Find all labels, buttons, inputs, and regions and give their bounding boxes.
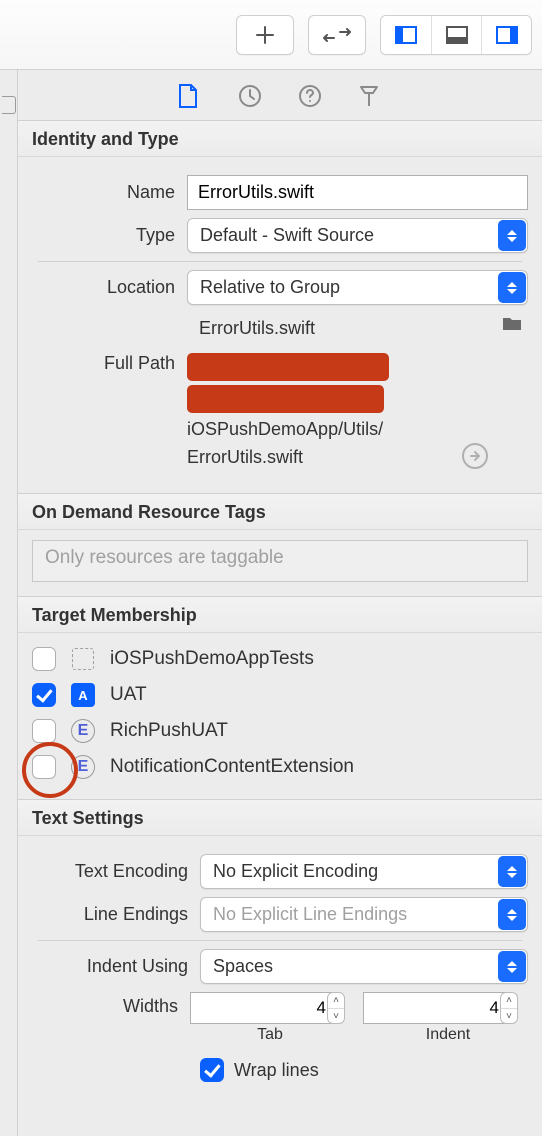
left-panel-toggle[interactable] <box>381 16 431 54</box>
help-inspector-tab[interactable] <box>298 84 322 108</box>
tags-input: Only resources are taggable <box>32 540 528 582</box>
indent-label: Indent Using <box>32 956 200 977</box>
encoding-label: Text Encoding <box>32 861 200 882</box>
target-checkbox[interactable] <box>32 647 56 671</box>
name-label: Name <box>32 182 187 203</box>
target-checkbox[interactable] <box>32 755 56 779</box>
endings-label: Line Endings <box>32 904 200 925</box>
extension-target-icon: E <box>71 755 95 779</box>
target-label: UAT <box>110 684 147 706</box>
add-button[interactable] <box>236 15 294 55</box>
layout-segment <box>380 15 532 55</box>
wrap-lines-label: Wrap lines <box>234 1060 319 1081</box>
target-checkbox[interactable] <box>32 719 56 743</box>
target-label: iOSPushDemoAppTests <box>110 648 314 670</box>
extension-target-icon: E <box>71 719 95 743</box>
type-label: Type <box>32 225 187 246</box>
chevron-updown-icon <box>498 899 526 930</box>
indent-caption: Indent <box>368 1026 528 1044</box>
redacted-text: Redac/redacted-ios-app/ <box>187 385 384 413</box>
encoding-select[interactable]: No Explicit Encoding <box>200 854 528 889</box>
swap-button[interactable] <box>308 15 366 55</box>
inspector-panel: Identity and Type Name Type Default - Sw… <box>18 70 542 1136</box>
membership-header: Target Membership <box>18 596 542 633</box>
app-target-icon: A <box>71 683 95 707</box>
chevron-updown-icon <box>498 272 526 303</box>
wrap-lines-checkbox[interactable] <box>200 1058 224 1082</box>
inspector-tabs <box>18 70 542 120</box>
chevron-updown-icon <box>498 220 526 251</box>
indent-select[interactable]: Spaces <box>200 949 528 984</box>
test-target-icon <box>72 648 94 670</box>
attributes-inspector-tab[interactable] <box>358 84 382 108</box>
widths-label: Widths <box>32 992 190 1017</box>
identity-header: Identity and Type <box>18 120 542 157</box>
target-label: NotificationContentExtension <box>110 756 354 778</box>
indent-stepper[interactable]: ˄˅ <box>500 992 518 1024</box>
bottom-panel-toggle[interactable] <box>431 16 481 54</box>
redacted-text: /Users/redacted/Projects/ <box>187 353 389 381</box>
toolbar <box>0 0 542 70</box>
text-settings-header: Text Settings <box>18 799 542 836</box>
right-panel-toggle[interactable] <box>481 16 531 54</box>
location-info: ErrorUtils.swift <box>32 313 528 343</box>
tab-stepper[interactable]: ˄˅ <box>327 992 345 1024</box>
location-label: Location <box>32 277 187 298</box>
tags-header: On Demand Resource Tags <box>18 493 542 530</box>
fullpath-value: /Users/redacted/Projects/ Redac/redacted… <box>187 351 528 471</box>
chevron-updown-icon <box>498 951 526 982</box>
endings-select[interactable]: No Explicit Line Endings <box>200 897 528 932</box>
left-gutter <box>0 70 18 1136</box>
location-select[interactable]: Relative to Group <box>187 270 528 305</box>
fullpath-label: Full Path <box>32 351 187 374</box>
target-checkbox[interactable] <box>32 683 56 707</box>
indent-width-input[interactable] <box>363 992 508 1024</box>
folder-icon[interactable] <box>502 315 522 331</box>
file-inspector-tab[interactable] <box>178 84 202 108</box>
left-tab[interactable] <box>2 96 16 114</box>
chevron-updown-icon <box>498 856 526 887</box>
tab-caption: Tab <box>190 1026 350 1044</box>
tab-width-input[interactable] <box>190 992 335 1024</box>
name-input[interactable] <box>187 175 528 210</box>
reveal-arrow-icon[interactable] <box>462 443 488 469</box>
type-select[interactable]: Default - Swift Source <box>187 218 528 253</box>
target-label: RichPushUAT <box>110 720 228 742</box>
history-inspector-tab[interactable] <box>238 84 262 108</box>
